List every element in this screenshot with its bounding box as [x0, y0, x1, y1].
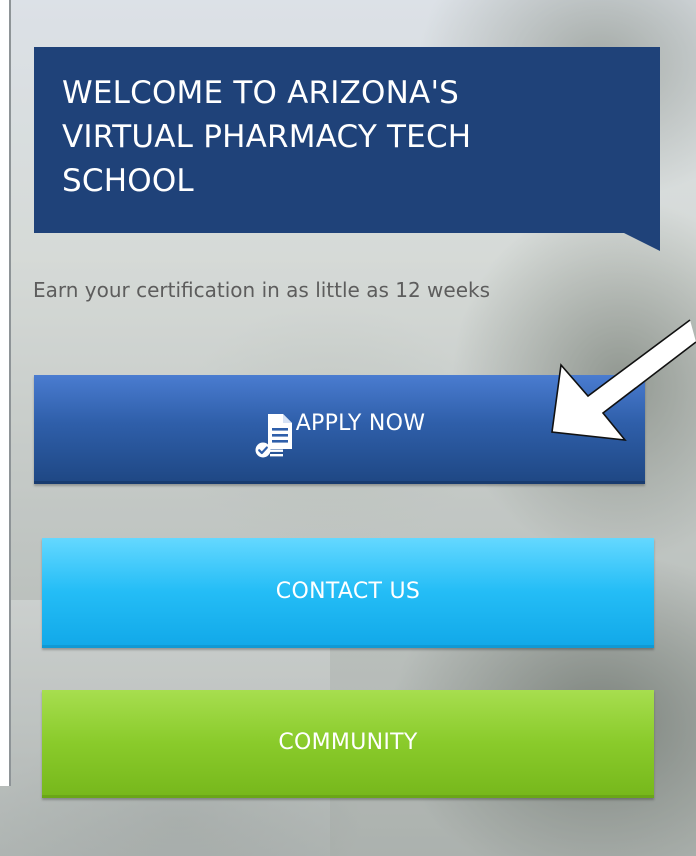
contact-us-label: CONTACT US [275, 579, 421, 604]
welcome-title: WELCOME TO ARIZONA'S VIRTUAL PHARMACY TE… [62, 75, 472, 199]
welcome-banner-tail [624, 233, 660, 251]
apply-now-button[interactable]: APPLY NOW [34, 375, 645, 484]
apply-now-label: APPLY NOW [295, 410, 426, 436]
community-button[interactable]: COMMUNITY [42, 690, 654, 798]
community-label: COMMUNITY [278, 730, 418, 755]
certification-subtitle: Earn your certification in as little as … [33, 278, 491, 302]
page: WELCOME TO ARIZONA'S VIRTUAL PHARMACY TE… [0, 0, 696, 856]
left-page-panel [0, 0, 9, 786]
contact-us-button[interactable]: CONTACT US [42, 538, 654, 648]
left-divider [9, 0, 11, 786]
welcome-banner: WELCOME TO ARIZONA'S VIRTUAL PHARMACY TE… [34, 47, 660, 233]
application-form-icon [255, 414, 292, 458]
